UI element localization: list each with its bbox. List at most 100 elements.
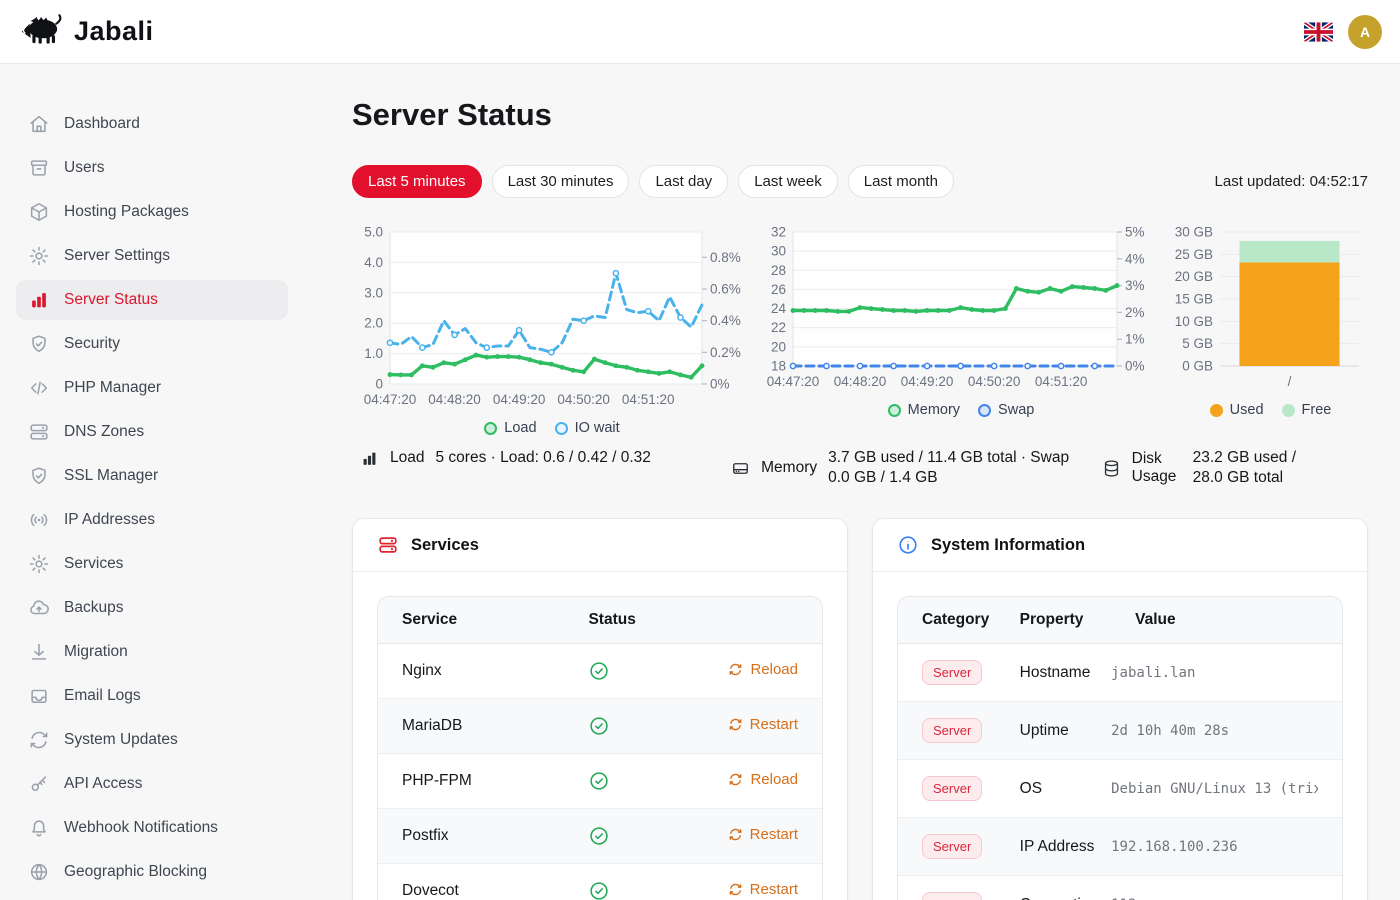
- sidebar-item-users[interactable]: Users: [16, 148, 288, 188]
- sysinfo-col-category: Category: [898, 597, 996, 644]
- server-stack-icon: [28, 421, 50, 443]
- svg-text:0.4%: 0.4%: [710, 313, 741, 328]
- sysinfo-table: CategoryPropertyValue ServerHostnamejaba…: [898, 597, 1342, 900]
- memory-icon: [731, 459, 750, 478]
- svg-text:1%: 1%: [1125, 332, 1145, 347]
- disk-chart-legend: UsedFree: [1210, 402, 1332, 418]
- category-badge: Server: [922, 776, 982, 801]
- range-button-last-5-minutes[interactable]: Last 5 minutes: [352, 165, 482, 198]
- load-chart-block: 01.02.03.04.05.00%0.2%0.4%0.6%0.8%04:47:…: [352, 222, 752, 436]
- sidebar-item-email-logs[interactable]: Email Logs: [16, 676, 288, 716]
- sidebar-item-services[interactable]: Services: [16, 544, 288, 584]
- services-card-body: ServiceStatus NginxReloadMariaDBRestartP…: [353, 572, 847, 900]
- sidebar-item-server-status[interactable]: Server Status: [16, 280, 288, 320]
- sidebar-item-geographic-blocking[interactable]: Geographic Blocking: [16, 852, 288, 892]
- svg-text:04:47:20: 04:47:20: [767, 374, 820, 389]
- load-chart: 01.02.03.04.05.00%0.2%0.4%0.6%0.8%04:47:…: [352, 222, 752, 412]
- sysinfo-property: OS: [996, 759, 1111, 817]
- sidebar-item-dns-zones[interactable]: DNS Zones: [16, 412, 288, 452]
- legend-label: IO wait: [575, 420, 620, 436]
- legend-dot: [555, 422, 568, 435]
- category-badge: Server: [922, 718, 982, 743]
- service-action-restart-button[interactable]: Restart: [728, 826, 798, 843]
- svg-text:0 GB: 0 GB: [1182, 359, 1213, 374]
- shield-check-icon: [28, 465, 50, 487]
- legend-label: Free: [1302, 402, 1332, 418]
- service-name: MariaDB: [378, 698, 564, 753]
- sidebar-item-php-manager[interactable]: PHP Manager: [16, 368, 288, 408]
- disk-chart: 0 GB5 GB10 GB15 GB20 GB25 GB30 GB/: [1170, 222, 1371, 394]
- database-icon: [1102, 459, 1121, 478]
- sysinfo-card-body: CategoryPropertyValue ServerHostnamejaba…: [873, 572, 1367, 900]
- sidebar-item-webhook-notifications[interactable]: Webhook Notifications: [16, 808, 288, 848]
- sidebar-item-dashboard[interactable]: Dashboard: [16, 104, 288, 144]
- range-button-last-day[interactable]: Last day: [639, 165, 728, 198]
- brand[interactable]: Jabali: [20, 13, 154, 50]
- sysinfo-value: 2d 10h 40m 28s: [1111, 723, 1318, 739]
- sidebar-item-ssl-manager[interactable]: SSL Manager: [16, 456, 288, 496]
- refresh-icon: [28, 729, 50, 751]
- service-status: [564, 808, 693, 863]
- svg-text:26: 26: [771, 282, 786, 297]
- shield-check-icon: [28, 333, 50, 355]
- svg-text:/: /: [1288, 374, 1292, 389]
- refresh-icon: [728, 772, 743, 787]
- legend-label: Memory: [908, 402, 960, 418]
- svg-text:04:48:20: 04:48:20: [834, 374, 887, 389]
- sysinfo-col-property: Property: [996, 597, 1111, 644]
- info-icon: [897, 534, 919, 556]
- sysinfo-row-uptime: ServerUptime2d 10h 40m 28s: [898, 701, 1342, 759]
- sidebar-item-ip-addresses[interactable]: IP Addresses: [16, 500, 288, 540]
- sysinfo-property: IP Address: [996, 817, 1111, 875]
- svg-text:32: 32: [771, 225, 786, 240]
- sysinfo-card-title: System Information: [931, 536, 1085, 555]
- globe-icon: [28, 861, 50, 883]
- svg-text:5 GB: 5 GB: [1182, 336, 1213, 351]
- sysinfo-value: 192.168.100.236: [1111, 839, 1318, 855]
- category-badge: Server: [922, 660, 982, 685]
- svg-text:3.0: 3.0: [364, 285, 383, 300]
- svg-text:04:47:20: 04:47:20: [364, 392, 417, 407]
- service-action-restart-button[interactable]: Restart: [728, 716, 798, 733]
- sidebar-item-server-settings[interactable]: Server Settings: [16, 236, 288, 276]
- range-button-last-30-minutes[interactable]: Last 30 minutes: [492, 165, 630, 198]
- range-button-last-week[interactable]: Last week: [738, 165, 838, 198]
- service-name: Nginx: [378, 644, 564, 698]
- svg-text:4.0: 4.0: [364, 255, 383, 270]
- gear-icon: [28, 553, 50, 575]
- avatar[interactable]: A: [1348, 15, 1382, 49]
- sidebar-item-migration[interactable]: Migration: [16, 632, 288, 672]
- svg-text:0.6%: 0.6%: [710, 282, 741, 297]
- service-status: [564, 863, 693, 900]
- service-status: [564, 698, 693, 753]
- sidebar-item-hosting-packages[interactable]: Hosting Packages: [16, 192, 288, 232]
- svg-text:04:50:20: 04:50:20: [557, 392, 610, 407]
- sidebar-item-api-access[interactable]: API Access: [16, 764, 288, 804]
- stats-row: Load5 cores · Load: 0.6 / 0.42 / 0.32Mem…: [352, 448, 1368, 488]
- top-bar: Jabali A: [0, 0, 1400, 64]
- language-flag-button[interactable]: [1304, 21, 1334, 43]
- service-action-reload-button[interactable]: Reload: [728, 661, 798, 678]
- sidebar-item-system-updates[interactable]: System Updates: [16, 720, 288, 760]
- main-panel: Server Status Last 5 minutes Last 30 minu…: [304, 64, 1400, 900]
- services-table: ServiceStatus NginxReloadMariaDBRestartP…: [378, 597, 822, 900]
- stat-value: 3.7 GB used / 11.4 GB total · Swap 0.0 G…: [828, 448, 1093, 488]
- sidebar-item-security[interactable]: Security: [16, 324, 288, 364]
- range-buttons: Last 5 minutes Last 30 minutes Last day Las…: [352, 165, 954, 198]
- svg-text:04:51:20: 04:51:20: [1035, 374, 1088, 389]
- service-action-restart-button[interactable]: Restart: [728, 881, 798, 898]
- service-action-reload-button[interactable]: Reload: [728, 771, 798, 788]
- sysinfo-row-connections: ServerConnections113: [898, 875, 1342, 900]
- svg-text:04:49:20: 04:49:20: [901, 374, 954, 389]
- service-name: Dovecot: [378, 863, 564, 900]
- sysinfo-col-value: Value: [1111, 597, 1342, 644]
- status-ok-icon: [588, 660, 610, 682]
- sidebar-item-backups[interactable]: Backups: [16, 588, 288, 628]
- status-ok-icon: [588, 825, 610, 847]
- range-button-last-month[interactable]: Last month: [848, 165, 954, 198]
- page-title: Server Status: [352, 96, 1368, 134]
- inbox-icon: [28, 685, 50, 707]
- svg-text:20: 20: [771, 339, 786, 354]
- stat-value: 5 cores · Load: 0.6 / 0.42 / 0.32: [435, 448, 650, 468]
- refresh-icon: [728, 882, 743, 897]
